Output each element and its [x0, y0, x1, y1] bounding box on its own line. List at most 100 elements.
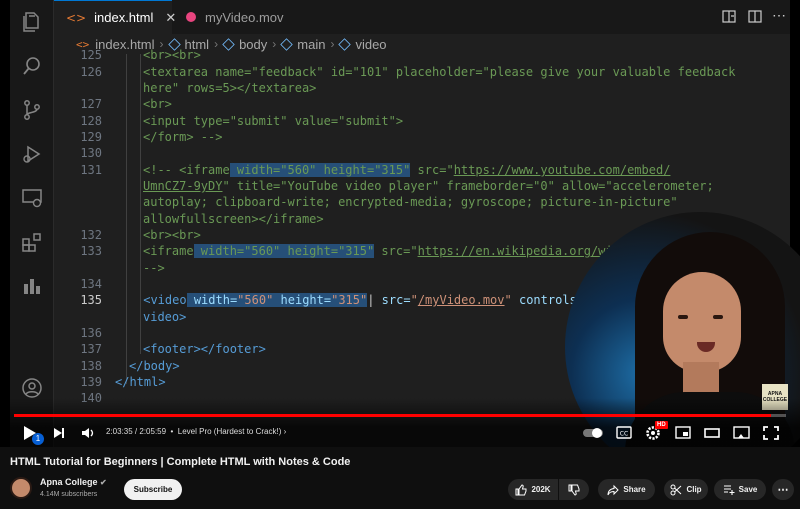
code-line: </body> — [129, 359, 180, 373]
time-display: 2:03:35 / 2:05:59 • Level Pro (Hardest t… — [106, 427, 287, 436]
volume-icon[interactable] — [80, 424, 96, 442]
line-number: 133 — [80, 244, 102, 258]
progress-bar[interactable] — [14, 414, 786, 417]
line-number: 134 — [80, 277, 102, 291]
line-number: 126 — [80, 65, 102, 79]
source-control-icon — [24, 100, 40, 120]
scissors-icon — [670, 484, 682, 495]
thumbs-up-icon — [515, 483, 527, 495]
remote-explorer-icon — [22, 189, 42, 208]
split-editor-icon[interactable] — [748, 10, 762, 23]
save-button[interactable]: Save — [714, 479, 766, 500]
chevron-right-icon: › — [283, 427, 287, 436]
subtitles-icon[interactable]: CC — [616, 424, 632, 442]
explorer-icon — [23, 12, 39, 32]
element-icon — [222, 37, 235, 51]
open-preview-icon[interactable] — [722, 10, 736, 23]
breadcrumb-item[interactable]: main — [297, 37, 325, 52]
line-number: 136 — [80, 326, 102, 340]
cast-icon[interactable] — [733, 424, 751, 442]
video-title: HTML Tutorial for Beginners | Complete H… — [10, 456, 351, 468]
playlist-add-icon — [723, 484, 735, 495]
theater-mode-icon[interactable] — [704, 424, 720, 442]
more-icon: ⋯ — [777, 484, 789, 496]
code-line-current: <<video width="560" height="315"| src="/… — [143, 293, 613, 307]
line-number: 127 — [80, 97, 102, 111]
code-line: UmnCZ7-9yDY" title="YouTube video player… — [143, 179, 714, 193]
line-number: 137 — [80, 342, 102, 356]
code-line: video> — [143, 310, 187, 324]
chevron-right-icon: › — [330, 37, 335, 51]
miniplayer-icon[interactable] — [675, 424, 691, 442]
editor-tab-bar: <> index.html ✕ myVideo.mov ⋯ — [54, 0, 790, 34]
tab-index-html[interactable]: <> index.html ✕ — [54, 0, 176, 34]
dislike-button[interactable] — [559, 479, 589, 500]
code-line: <input type="submit" value="submit"> — [143, 114, 404, 128]
code-line: </form> --> — [143, 130, 223, 144]
line-number: 138 — [80, 359, 102, 373]
code-line: autoplay; clipboard-write; encrypted-med… — [143, 195, 678, 209]
chevron-right-icon: › — [214, 37, 219, 51]
breadcrumb-item[interactable]: video — [355, 37, 386, 52]
clip-label: Clip — [686, 485, 702, 494]
chevron-right-icon: › — [272, 37, 277, 51]
like-button[interactable]: 202K — [508, 479, 558, 500]
code-line: <footer></footer> — [143, 342, 266, 356]
code-line: <iframe width="560" height="315" src="ht… — [143, 244, 642, 258]
save-label: Save — [738, 485, 758, 494]
subscribe-button[interactable]: Subscribe — [124, 479, 182, 500]
video-metadata: HTML Tutorial for Beginners | Complete H… — [0, 447, 800, 509]
code-line: </html> — [115, 375, 166, 389]
verified-icon: ✔ — [100, 478, 107, 487]
html-file-icon: <> — [66, 10, 87, 25]
tab-myvideo-mov[interactable]: myVideo.mov — [174, 0, 302, 34]
subscriber-count: 4.14M subscribers — [40, 491, 98, 498]
element-icon — [280, 37, 293, 51]
chapter-title[interactable]: Level Pro (Hardest to Crack!) — [178, 427, 282, 436]
fullscreen-icon[interactable] — [763, 424, 779, 442]
code-line: <br><br> — [143, 228, 201, 242]
line-number: 131 — [80, 163, 102, 177]
next-icon[interactable] — [52, 424, 66, 442]
clip-button[interactable]: Clip — [664, 479, 708, 500]
account-icon — [22, 378, 42, 398]
run-debug-icon — [23, 145, 41, 163]
code-line: <!-- <iframe width="560" height="315" sr… — [143, 163, 671, 177]
line-number-current: 135 — [80, 293, 102, 307]
indent-guide — [126, 54, 127, 384]
breadcrumb-item[interactable]: body — [239, 37, 267, 52]
activity-bar — [10, 0, 54, 447]
media-file-icon — [186, 12, 196, 22]
channel-name[interactable]: Apna College ✔ — [40, 477, 107, 487]
analytics-icon — [24, 279, 40, 294]
search-icon — [23, 57, 40, 75]
svg-text:CC: CC — [620, 431, 628, 438]
code-line: <textarea name="feedback" id="101" place… — [143, 65, 736, 79]
share-label: Share — [623, 485, 646, 494]
line-number: 129 — [80, 130, 102, 144]
line-number: 132 — [80, 228, 102, 242]
tab-label: index.html — [94, 10, 154, 25]
code-line: <br><br> — [143, 48, 201, 62]
line-number: 128 — [80, 114, 102, 128]
code-line: --> — [143, 261, 165, 275]
extensions-icon — [22, 233, 41, 252]
progress-fill — [14, 414, 771, 417]
channel-avatar[interactable] — [10, 477, 32, 499]
line-number: 125 — [80, 48, 102, 62]
more-button[interactable]: ⋯ — [772, 479, 794, 500]
code-line: here" rows=5></textarea> — [143, 81, 317, 95]
like-count: 202K — [531, 485, 551, 494]
indent-guide — [140, 54, 141, 354]
autoplay-toggle[interactable] — [582, 424, 604, 442]
code-line: <br> — [143, 97, 172, 111]
line-number: 139 — [80, 375, 102, 389]
element-icon — [338, 37, 352, 51]
tab-label: myVideo.mov — [205, 9, 284, 25]
share-button[interactable]: Share — [598, 479, 655, 500]
video-player[interactable]: <> index.html ✕ myVideo.mov ⋯ <> index.h… — [0, 0, 800, 447]
share-icon — [607, 484, 620, 495]
line-number: 130 — [80, 146, 102, 160]
code-line: allowfullscreen></iframe> — [143, 212, 324, 226]
more-actions-icon[interactable]: ⋯ — [772, 7, 786, 24]
